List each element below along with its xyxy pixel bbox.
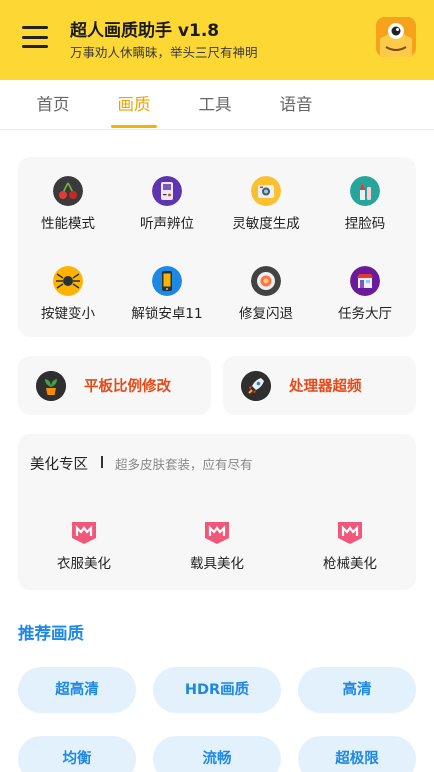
- lipstick-icon: [350, 176, 380, 206]
- rocket-icon: [241, 371, 271, 401]
- app-subtitle: 万事劝人休瞒昧，举头三尺有神明: [70, 45, 258, 60]
- beauty-zone-title: 美化专区: [30, 457, 88, 473]
- beauty-divider: [101, 456, 103, 468]
- store-icon: [350, 266, 380, 296]
- quality-extreme-button[interactable]: 超极限: [298, 736, 416, 772]
- function-fix-crash[interactable]: 修复闪退: [216, 266, 316, 322]
- tab-bar: 首页 画质 工具 语音: [0, 80, 434, 130]
- function-task-hall[interactable]: 任务大厅: [315, 266, 415, 322]
- function-performance-mode[interactable]: 性能模式: [18, 176, 118, 232]
- beauty-weapon[interactable]: 枪械美化: [300, 516, 400, 572]
- active-tab-indicator: [111, 125, 157, 128]
- function-label: 捏脸码: [344, 216, 386, 232]
- function-label: 解锁安卓11: [131, 306, 203, 322]
- gameboy-icon: [152, 176, 182, 206]
- beauty-clothes[interactable]: 衣服美化: [34, 516, 134, 572]
- tab-tools[interactable]: 工具: [185, 80, 245, 130]
- quality-ultra-hd-button[interactable]: 超高清: [18, 667, 136, 713]
- m-badge-icon: [205, 522, 229, 544]
- beauty-label: 载具美化: [190, 556, 244, 572]
- phone-icon: [152, 266, 182, 296]
- tab-voice[interactable]: 语音: [266, 80, 326, 130]
- function-sound-positioning[interactable]: 听声辨位: [117, 176, 217, 232]
- function-label: 性能模式: [41, 216, 95, 232]
- beauty-vehicle[interactable]: 载具美化: [167, 516, 267, 572]
- quality-hdr-button[interactable]: HDR画质: [153, 667, 281, 713]
- quality-hd-button[interactable]: 高清: [298, 667, 416, 713]
- m-badge-icon: [338, 522, 362, 544]
- m-badge-icon: [72, 522, 96, 544]
- function-label: 按键变小: [41, 306, 95, 322]
- tab-home[interactable]: 首页: [23, 80, 83, 130]
- recommended-quality-title: 推荐画质: [18, 624, 84, 643]
- app-logo-icon[interactable]: [376, 17, 416, 57]
- function-label: 听声辨位: [140, 216, 194, 232]
- tab-quality[interactable]: 画质: [104, 80, 164, 130]
- beauty-zone-subtitle: 超多皮肤套装，应有尽有: [115, 457, 253, 472]
- camera-icon: [251, 176, 281, 206]
- tablet-ratio-button[interactable]: 平板比例修改: [18, 356, 211, 415]
- function-label: 修复闪退: [239, 306, 293, 322]
- menu-icon[interactable]: [22, 26, 48, 48]
- spider-icon: [53, 266, 83, 296]
- quality-smooth-button[interactable]: 流畅: [153, 736, 281, 772]
- cpu-overclock-button[interactable]: 处理器超频: [223, 356, 416, 415]
- function-key-shrink[interactable]: 按键变小: [18, 266, 118, 322]
- beauty-label: 枪械美化: [323, 556, 377, 572]
- cherry-icon: [53, 176, 83, 206]
- plant-icon: [36, 371, 66, 401]
- function-label: 任务大厅: [338, 306, 392, 322]
- beauty-label: 衣服美化: [57, 556, 111, 572]
- function-sensitivity-generator[interactable]: 灵敏度生成: [216, 176, 316, 232]
- action-label: 处理器超频: [289, 379, 362, 395]
- function-unlock-android11[interactable]: 解锁安卓11: [117, 266, 217, 322]
- app-header: 超人画质助手 v1.8 万事劝人休瞒昧，举头三尺有神明: [0, 0, 434, 80]
- function-label: 灵敏度生成: [232, 216, 300, 232]
- app-title: 超人画质助手 v1.8: [70, 21, 220, 41]
- function-face-code[interactable]: 捏脸码: [315, 176, 415, 232]
- sushi-icon: [251, 266, 281, 296]
- quality-balanced-button[interactable]: 均衡: [18, 736, 136, 772]
- action-label: 平板比例修改: [84, 379, 171, 395]
